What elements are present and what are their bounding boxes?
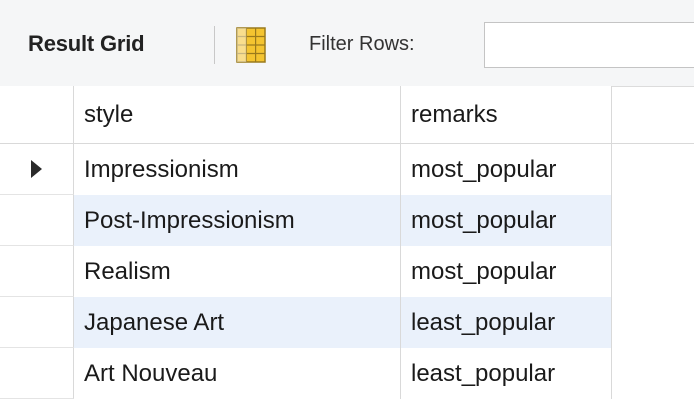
row-indicator[interactable]	[0, 246, 74, 297]
row-indicator[interactable]	[0, 297, 74, 348]
result-grid: style remarks Impressionism most_popular…	[0, 86, 694, 399]
filter-rows-label: Filter Rows:	[309, 33, 415, 55]
row-indicator[interactable]	[0, 348, 74, 399]
row-indicator-header	[0, 86, 74, 144]
table-row[interactable]: Japanese Art least_popular	[0, 297, 694, 348]
row-indicator[interactable]	[0, 144, 74, 195]
table-row[interactable]: Realism most_popular	[0, 246, 694, 297]
cell-style[interactable]: Realism	[74, 246, 401, 297]
cell-remarks[interactable]: most_popular	[401, 246, 612, 297]
table-row[interactable]: Post-Impressionism most_popular	[0, 195, 694, 246]
row-indicator[interactable]	[0, 195, 74, 246]
column-header-remarks[interactable]: remarks	[401, 86, 612, 144]
cell-style[interactable]: Post-Impressionism	[74, 195, 401, 246]
grid-layout-icon[interactable]	[236, 27, 266, 63]
result-grid-title[interactable]: Result Grid	[28, 31, 145, 57]
cell-style[interactable]: Impressionism	[74, 144, 401, 195]
column-header-style[interactable]: style	[74, 86, 401, 144]
cell-remarks[interactable]: least_popular	[401, 297, 612, 348]
empty-header-area	[612, 86, 694, 144]
table-row[interactable]: Art Nouveau least_popular	[0, 348, 694, 399]
cell-style[interactable]: Japanese Art	[74, 297, 401, 348]
table-row[interactable]: Impressionism most_popular	[0, 144, 694, 195]
current-row-caret-icon	[31, 160, 42, 178]
toolbar-divider	[214, 26, 215, 64]
cell-style[interactable]: Art Nouveau	[74, 348, 401, 399]
cell-remarks[interactable]: least_popular	[401, 348, 612, 399]
cell-remarks[interactable]: most_popular	[401, 144, 612, 195]
cell-remarks[interactable]: most_popular	[401, 195, 612, 246]
table-header-row: style remarks	[0, 86, 694, 144]
result-grid-toolbar: Result Grid Filter Rows:	[0, 0, 694, 87]
filter-rows-input[interactable]	[484, 22, 694, 68]
